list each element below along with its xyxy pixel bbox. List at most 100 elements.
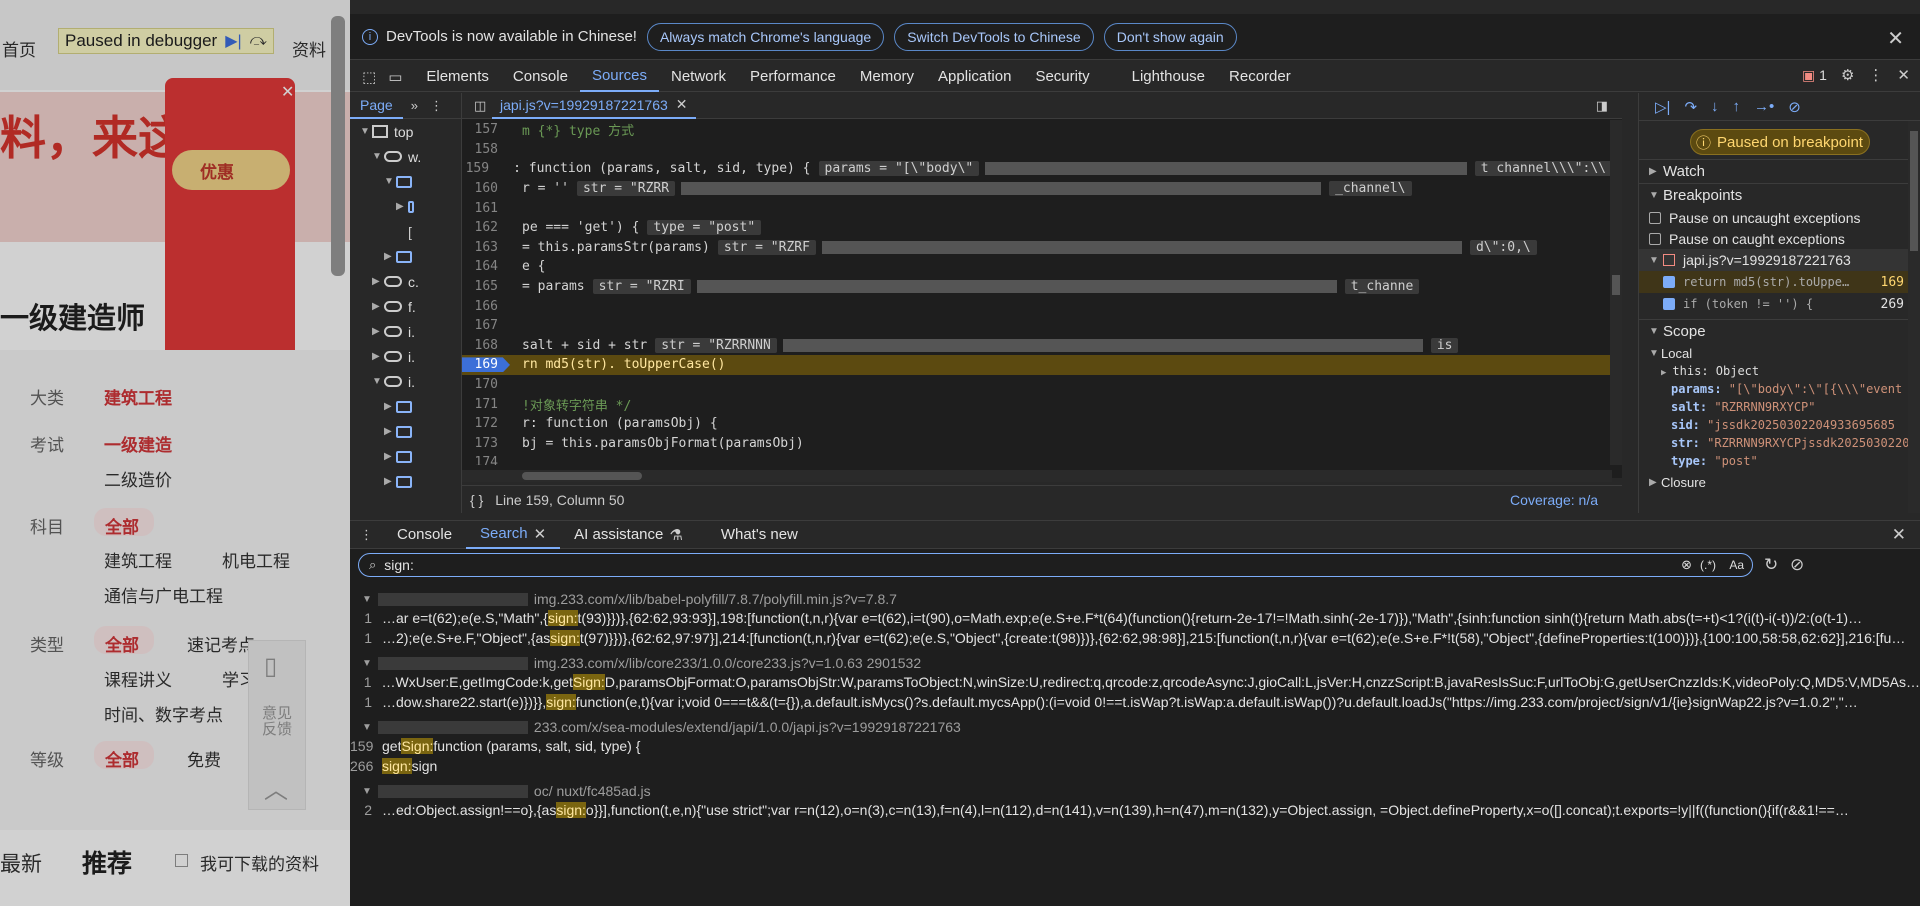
local-scope[interactable]: ▼ Local (1639, 343, 1920, 364)
tab-elements[interactable]: Elements (414, 62, 501, 92)
code-line[interactable]: 168 salt + sid + str str = "RZRRNNN is (462, 336, 1612, 356)
code-line[interactable]: 164 e { (462, 257, 1612, 277)
close-tab-icon[interactable]: ✕ (676, 96, 688, 113)
drawer-tab-whatsnew[interactable]: What's new (707, 521, 812, 549)
drawer-tab-ai[interactable]: AI assistance ⚗ (560, 521, 697, 549)
scope-variable[interactable]: sid: "jssdk20250302204933695685 (1639, 418, 1920, 436)
filter-option[interactable]: 二级造价 (104, 466, 172, 491)
infobar-close-icon[interactable]: ✕ (1887, 26, 1904, 51)
code-line[interactable]: 171 !对象转字符串 */ (462, 394, 1612, 414)
line-number[interactable]: 163 (462, 240, 510, 255)
code-line-breakpoint[interactable]: 169 rn md5(str). toUpperCase() (462, 355, 1612, 375)
popup-close-icon[interactable]: ✕ (281, 82, 294, 102)
scope-variable[interactable]: str: "RZRRNN9RXYCPjssdk2025030220 (1639, 436, 1920, 454)
pause-caught-option[interactable]: Pause on caught exceptions (1639, 228, 1920, 249)
code-line[interactable]: 170 (462, 375, 1612, 395)
result-line[interactable]: 159 get Sign: function (params, salt, sid,… (350, 736, 1920, 756)
code-line[interactable]: 158 (462, 140, 1612, 160)
filter-selected[interactable]: 全部 (105, 513, 139, 538)
breakpoint-item[interactable]: return md5(str).toUppe… 169 (1639, 271, 1920, 293)
code-line[interactable]: 166 (462, 296, 1612, 316)
tree-item[interactable]: ▶ (350, 419, 461, 444)
code-line[interactable]: 174 (462, 453, 1612, 465)
filter-option[interactable]: 时间、数字考点 (104, 701, 223, 726)
editor-vscrollbar[interactable] (1610, 120, 1622, 465)
scope-variable[interactable]: salt: "RZRRNN9RXYCP" (1639, 400, 1920, 418)
scope-section[interactable]: ▼ Scope (1639, 319, 1920, 343)
switch-chinese-button[interactable]: Switch DevTools to Chinese (894, 22, 1094, 51)
line-number[interactable]: 160 (462, 181, 510, 196)
regex-toggle-icon[interactable]: (.*) (1700, 558, 1716, 572)
line-number[interactable]: 173 (462, 436, 510, 451)
search-box[interactable]: ⌕ ⊗ (.*) Aa (358, 553, 1753, 577)
issues-badge[interactable]: ▣ 1 (1802, 67, 1827, 84)
more-tabs-icon[interactable]: » (411, 98, 418, 113)
tree-item[interactable]: ▶ (350, 194, 461, 219)
line-number[interactable]: 167 (462, 318, 510, 333)
tree-item[interactable]: ▼ i. (350, 369, 461, 394)
clear-results-icon[interactable]: ⊘ (1790, 555, 1804, 575)
tab-sources[interactable]: Sources (579, 62, 659, 92)
result-line[interactable]: 266 sign: sign (350, 756, 1920, 776)
breakpoint-item[interactable]: if (token != '') {269 (1639, 293, 1920, 315)
filter-selected[interactable]: 全部 (105, 746, 139, 771)
code-line[interactable]: 173 bj = this.paramsObjFormat(paramsObj) (462, 434, 1612, 454)
line-number[interactable]: 166 (462, 299, 510, 314)
scope-variable[interactable]: params: "[\"body\":\"[{\\\"event (1639, 382, 1920, 400)
tab-page[interactable]: Page (350, 93, 403, 119)
filter-option[interactable]: 课程讲义 (104, 666, 172, 691)
feedback-button[interactable]: 意见反馈 (262, 706, 294, 738)
result-file[interactable]: ▼ 233.com/x/sea-modules/extend/japi/1.0.0… (350, 718, 1920, 736)
step-over-icon[interactable]: ⤼ (250, 32, 267, 50)
line-number[interactable]: 171 (462, 397, 510, 412)
checkbox[interactable] (1649, 211, 1661, 224)
line-number[interactable]: 168 (462, 338, 510, 353)
resources-link[interactable]: 资料 (292, 36, 326, 61)
result-line[interactable]: 1 …WxUser:E,getImgCode:k,get Sign: D,params… (350, 672, 1920, 692)
tree-item[interactable]: ▶ i. (350, 319, 461, 344)
resume-icon[interactable]: ▷| (1655, 98, 1670, 116)
tablet-icon[interactable]: ▯ (264, 652, 277, 681)
filter-selected[interactable]: 一级建造 (104, 431, 172, 456)
step-over-icon[interactable]: ↷ (1684, 98, 1697, 116)
dont-show-button[interactable]: Don't show again (1103, 22, 1237, 51)
code-line[interactable]: 159: function (params, salt, sid, type) … (462, 159, 1612, 179)
code-line[interactable]: 157 m {*} type 方式 (462, 120, 1612, 140)
inspect-icon[interactable]: ⬚ (350, 62, 388, 92)
tab-application[interactable]: Application (926, 62, 1023, 92)
tab-network[interactable]: Network (659, 62, 738, 92)
line-number[interactable]: 157 (462, 122, 510, 137)
deactivate-breakpoints-icon[interactable]: ⊘ (1788, 98, 1801, 116)
match-case-icon[interactable]: Aa (1729, 558, 1744, 572)
line-number[interactable]: 172 (462, 416, 510, 431)
tree-item[interactable]: ▼ (350, 169, 461, 194)
breakpoints-section[interactable]: ▼ Breakpoints (1639, 183, 1920, 207)
close-devtools-icon[interactable]: ✕ (1897, 66, 1910, 84)
coverage-status[interactable]: Coverage: n/a (1510, 492, 1598, 508)
sidebar-scroll-thumb[interactable] (1910, 131, 1918, 251)
tab-latest[interactable]: 最新 (0, 848, 42, 878)
closure-scope[interactable]: ▶ Closure (1639, 472, 1920, 493)
tree-item[interactable]: ▶ (350, 469, 461, 494)
line-number[interactable]: 170 (462, 377, 510, 392)
tree-item[interactable]: ▶ c. (350, 269, 461, 294)
step-out-icon[interactable]: ↑ (1733, 98, 1741, 115)
editor-hscrollbar[interactable] (462, 470, 1612, 482)
downloadable-checkbox[interactable] (175, 854, 188, 867)
clear-search-icon[interactable]: ⊗ (1681, 557, 1692, 573)
line-number[interactable]: 174 (462, 455, 510, 465)
code-line[interactable]: 160 r = '' str = "RZRR _channel\ (462, 179, 1612, 199)
drawer-tab-search[interactable]: Search ✕ (466, 521, 561, 549)
close-tab-icon[interactable]: ✕ (534, 525, 547, 543)
tab-recorder[interactable]: Recorder (1217, 62, 1303, 92)
step-into-icon[interactable]: ↓ (1711, 98, 1719, 115)
more-menu-icon[interactable]: ⋮ (1868, 66, 1883, 84)
device-toolbar-icon[interactable]: ▭ (388, 62, 414, 92)
filter-option[interactable]: 建筑工程 (104, 547, 172, 572)
editor-scroll-thumb[interactable] (1612, 275, 1620, 295)
filter-option[interactable]: 通信与广电工程 (104, 582, 223, 607)
tab-performance[interactable]: Performance (738, 62, 848, 92)
refresh-icon[interactable]: ↻ (1764, 555, 1778, 575)
scope-this[interactable]: ▶ this: Object (1639, 364, 1920, 382)
back-to-top-icon[interactable]: ︿ (264, 770, 288, 805)
